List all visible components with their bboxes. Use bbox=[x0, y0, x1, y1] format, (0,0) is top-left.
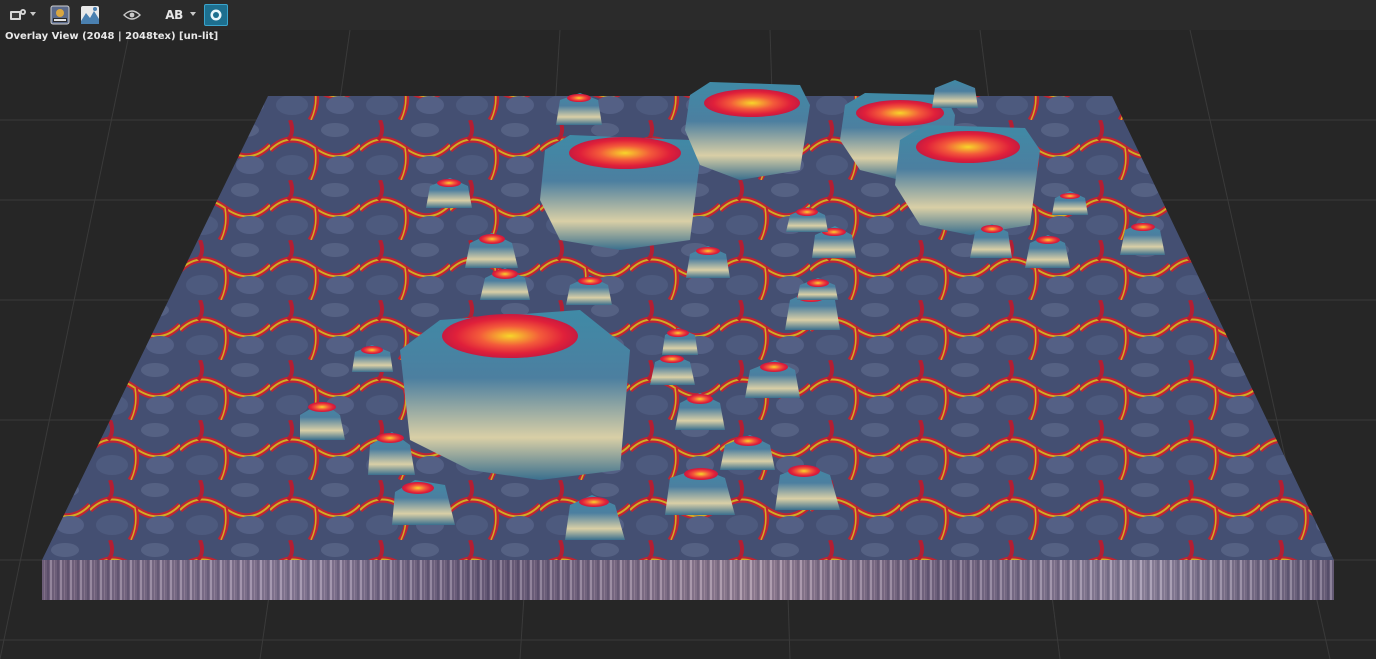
render-settings-button[interactable] bbox=[6, 4, 36, 26]
ab-compare-button[interactable]: AB bbox=[162, 4, 196, 26]
ab-compare-icon: AB bbox=[165, 8, 183, 22]
viewport-toolbar: AB bbox=[0, 0, 1376, 30]
output-image-button[interactable] bbox=[48, 4, 72, 26]
volcano-top-middle bbox=[685, 82, 810, 180]
terrain-front-face-shade bbox=[42, 560, 1334, 600]
volcano-top-left bbox=[540, 135, 700, 250]
visibility-button[interactable] bbox=[120, 4, 144, 26]
landscape-preview-button[interactable] bbox=[78, 4, 102, 26]
chevron-down-icon bbox=[30, 12, 36, 16]
camera-button[interactable] bbox=[204, 4, 228, 26]
camera-icon bbox=[210, 9, 222, 21]
render-settings-icon bbox=[10, 9, 26, 20]
chevron-down-icon bbox=[190, 12, 196, 16]
landscape-preview-icon bbox=[81, 6, 99, 24]
volcano-top-right-b bbox=[895, 125, 1040, 235]
output-image-icon bbox=[50, 5, 70, 25]
overlay-viewport-window: AB Overlay View (2048 | 2048tex) [un-lit… bbox=[0, 0, 1376, 659]
eye-icon bbox=[123, 10, 141, 20]
viewport-title: Overlay View (2048 | 2048tex) [un-lit] bbox=[5, 31, 219, 42]
3d-viewport[interactable] bbox=[0, 0, 1376, 659]
